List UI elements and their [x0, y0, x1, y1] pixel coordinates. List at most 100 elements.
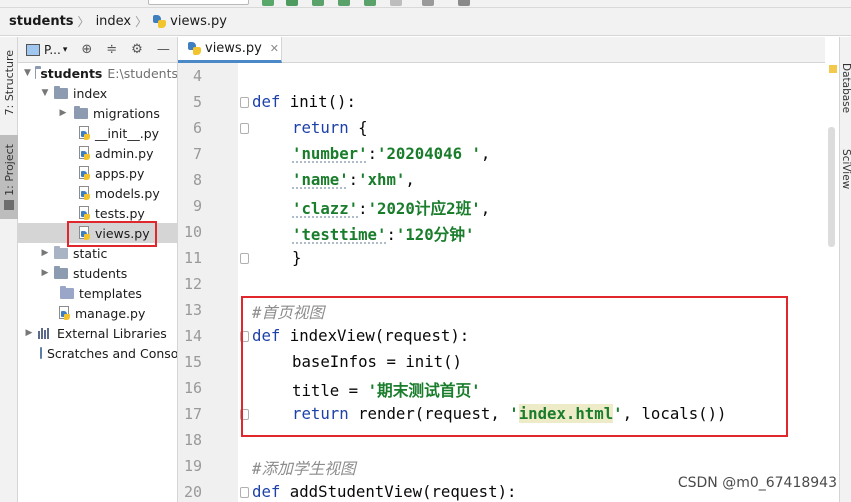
string-literal: '20204046 ' [377, 144, 481, 163]
run-icon[interactable] [262, 0, 274, 6]
tree-item-admin[interactable]: admin.py [18, 143, 177, 163]
close-icon[interactable]: ✕ [270, 42, 279, 55]
folder-icon [54, 245, 68, 259]
project-tab-label: 1: Project [2, 144, 16, 196]
line-number: 7 [192, 145, 202, 163]
project-panel: P... ▾ ⊕ ≑ ⚙ — ▼ students E:\students ▼ … [18, 37, 178, 502]
concurrency-icon[interactable] [364, 0, 376, 6]
tree-item-label: students [73, 265, 128, 281]
project-view-dropdown[interactable]: P... [44, 43, 61, 57]
tree-item-label: __init__.py [95, 125, 160, 141]
tree-root[interactable]: ▼ students E:\students [18, 63, 178, 83]
tree-item-external-libraries[interactable]: ▶ External Libraries [18, 323, 177, 343]
code-line[interactable]: 'name':'xhm', [292, 170, 415, 189]
tree-item-label: static [73, 245, 108, 261]
code-text: init(): [280, 92, 356, 111]
fold-icon[interactable] [240, 97, 249, 108]
warning-marker-icon[interactable] [829, 65, 837, 73]
coverage-icon[interactable] [312, 0, 324, 6]
line-number: 4 [192, 67, 202, 85]
gear-icon[interactable]: ⚙ [131, 42, 143, 57]
tree-item-apps[interactable]: apps.py [18, 163, 177, 183]
stop-icon[interactable] [390, 0, 402, 6]
tree-item-manage[interactable]: manage.py [18, 303, 177, 323]
tree-item-label: models.py [95, 185, 160, 201]
chevron-right-icon[interactable]: ▶ [40, 248, 50, 258]
editor-tab-bar: views.py ✕ [178, 37, 825, 63]
line-number: 17 [183, 405, 202, 423]
run-config-dropdown[interactable]: students [148, 0, 249, 5]
code-line[interactable]: def addStudentView(request): [252, 482, 516, 501]
tree-root-path: E:\students [107, 65, 178, 81]
line-number: 12 [183, 275, 202, 293]
tree-item-students[interactable]: ▶ students [18, 263, 177, 283]
line-number: 11 [183, 249, 202, 267]
watermark: CSDN @m0_67418943 [677, 475, 837, 491]
fold-icon[interactable] [240, 253, 249, 264]
code-text: : [348, 170, 359, 189]
tree-item-init[interactable]: __init__.py [18, 123, 177, 143]
tree-item-tests[interactable]: tests.py [18, 203, 177, 223]
line-number: 14 [183, 327, 202, 345]
sciview-tool-tab[interactable]: SciView [840, 149, 851, 189]
tree-item-templates[interactable]: templates [18, 283, 177, 303]
chevron-right-icon: 〉 [135, 15, 148, 29]
line-number: 6 [192, 119, 202, 137]
code-line[interactable]: 'testtime':'120分钟' [292, 222, 475, 245]
string-literal: '120分钟' [395, 225, 475, 244]
fold-icon[interactable] [240, 487, 249, 498]
code-line[interactable]: } [292, 248, 301, 267]
keyword: return [292, 118, 349, 137]
tree-item-models[interactable]: models.py [18, 183, 177, 203]
chevron-down-icon[interactable]: ▼ [40, 88, 50, 98]
line-number: 5 [192, 93, 202, 111]
string-literal: 'testtime' [292, 225, 387, 244]
folder-icon [54, 265, 68, 279]
python-file-icon [78, 166, 90, 180]
dropdown-arrow-icon[interactable]: ▾ [63, 45, 68, 55]
tree-item-scratches[interactable]: Scratches and Consoles [18, 343, 177, 363]
code-text: , [480, 199, 491, 218]
code-line[interactable]: #添加学生视图 [252, 456, 356, 479]
collapse-all-icon[interactable]: ≑ [106, 42, 117, 57]
breadcrumb-project[interactable]: students [9, 8, 74, 36]
line-number: 19 [183, 457, 202, 475]
code-text: , [405, 170, 415, 189]
chevron-down-icon[interactable]: ▼ [24, 68, 31, 78]
hide-icon[interactable]: — [157, 42, 170, 57]
vcs-icon[interactable] [422, 0, 434, 6]
breadcrumb-folder[interactable]: index [96, 8, 132, 36]
profile-icon[interactable] [338, 0, 350, 6]
scrollbar-thumb[interactable] [828, 127, 835, 247]
chevron-right-icon[interactable]: ▶ [40, 268, 50, 278]
string-literal: 'clazz' [292, 199, 359, 218]
breadcrumb-file[interactable]: views.py [153, 8, 227, 36]
tab-label: views.py [205, 41, 262, 56]
chevron-right-icon[interactable]: ▶ [58, 108, 68, 118]
tab-views-py[interactable]: views.py ✕ [178, 37, 282, 63]
scratches-icon [40, 347, 42, 359]
fold-icon[interactable] [240, 123, 249, 134]
code-line[interactable]: def init(): [252, 92, 356, 111]
project-tool-tab[interactable]: 1: Project [0, 135, 18, 219]
tree-item-label: apps.py [95, 165, 145, 181]
code-line[interactable]: return { [292, 118, 368, 137]
code-line[interactable]: 'number':'20204046 ', [292, 144, 490, 163]
structure-tool-tab[interactable]: 7: Structure [0, 41, 18, 125]
code-line[interactable]: 'clazz':'2020计应2班', [292, 196, 490, 219]
tree-item-label: index [73, 85, 108, 101]
tree-item-migrations[interactable]: ▶ migrations [18, 103, 177, 123]
tree-item-label: manage.py [75, 305, 146, 321]
debug-icon[interactable] [286, 0, 298, 6]
tree-item-index[interactable]: ▼ index [18, 83, 177, 103]
code-text: : [386, 225, 396, 244]
structure-tab-label: 7: Structure [2, 50, 16, 116]
search-icon[interactable] [458, 0, 470, 6]
line-number: 20 [183, 483, 202, 501]
editor-scrollbar[interactable] [825, 63, 839, 502]
chevron-right-icon[interactable]: ▶ [24, 328, 34, 338]
locate-icon[interactable]: ⊕ [81, 42, 92, 57]
database-tool-tab[interactable]: Database [840, 63, 851, 113]
tree-item-label: admin.py [95, 145, 154, 161]
folder-icon [54, 85, 68, 99]
